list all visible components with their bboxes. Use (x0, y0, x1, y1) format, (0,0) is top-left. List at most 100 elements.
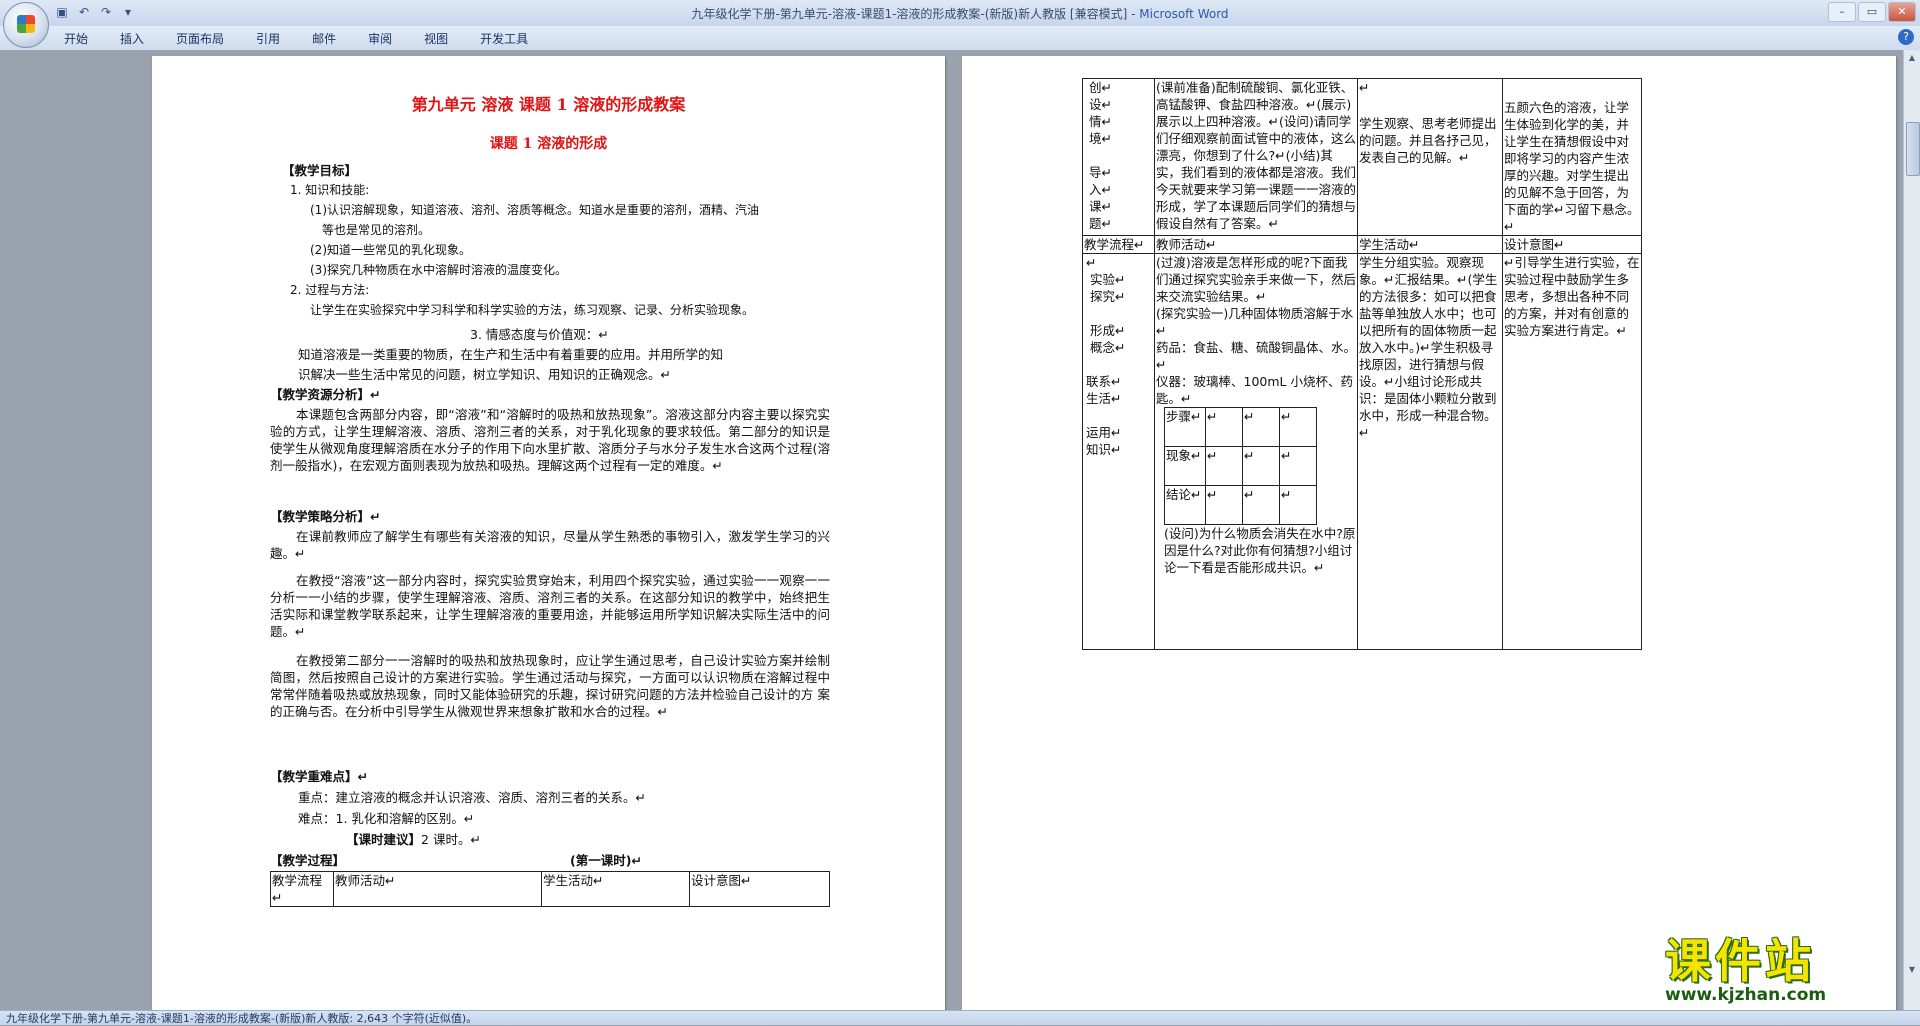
goal-2a: 让学生在实验探究中学习科学和科学实验的方法，练习观察、记录、分析实验现象。 (310, 303, 755, 317)
goal-1a2: 等也是常见的溶剂。 (322, 223, 431, 237)
watermark-url: www.kjzhan.com (1665, 985, 1827, 1005)
process-period: (第一课时)↵ (570, 853, 642, 868)
hdr-flow: 教学流程↵ (1082, 235, 1155, 254)
teacher-cell-2: (过渡)溶液是怎样形成的呢?下面我们通过探究实验亲手来做一下，然后来交流实验结果… (1154, 253, 1358, 650)
site-watermark: 课件站 www.kjzhan.com (1665, 925, 1905, 1005)
tab-page-layout[interactable]: 页面布局 (160, 30, 240, 47)
teacher-text: (探究实验一)几种固体物质溶解于水↵ (1156, 306, 1354, 338)
close-button[interactable]: ✕ (1888, 2, 1916, 22)
office-logo-icon (17, 15, 35, 33)
phase-text: 运用↵ (1086, 425, 1122, 440)
teacher-text: (过渡)溶液是怎样形成的呢?下面我们通过探究实验亲手来做一下，然后来交流实验结果… (1156, 255, 1357, 304)
minimize-button[interactable]: – (1828, 2, 1856, 22)
phase-text: 设↵ (1089, 97, 1112, 112)
tab-insert[interactable]: 插入 (104, 30, 160, 47)
goal-3: 3. 情感态度与价值观：↵ (470, 327, 609, 342)
grid-cell: ↵ (1205, 485, 1243, 525)
phase-text: 创↵ (1089, 80, 1112, 95)
teacher-cell-1: (课前准备)配制硫酸铜、氯化亚铁、高锰酸钾、食盐四种溶液。↵(展示)展示以上四种… (1154, 78, 1358, 236)
teacher-text: 仪器：玻璃棒、100mL 小烧杯、药匙。↵ (1156, 374, 1353, 406)
left-page: 第九单元 溶液 课题 1 溶液的形成教案 课题 1 溶液的形成 【教学目标】 1… (152, 56, 945, 1010)
hours-value: 2 课时。↵ (421, 832, 481, 847)
hdr-teacher: 教师活动↵ (1154, 235, 1358, 254)
strategy-heading: 【教学策略分析】↵ (270, 509, 381, 524)
tab-home[interactable]: 开始 (48, 30, 104, 47)
grid-cell: ↵ (1205, 446, 1243, 486)
hdr-student: 学生活动↵ (1357, 235, 1503, 254)
tab-mailings[interactable]: 邮件 (296, 30, 352, 47)
grid-cell: ↵ (1242, 407, 1280, 447)
phase-text: 生活↵ (1086, 391, 1122, 406)
phase-text: 探究↵ (1090, 289, 1126, 304)
phase-text: 概念↵ (1090, 340, 1126, 355)
col-flow: 教学流程↵ (270, 871, 334, 907)
phase-spacer (1086, 305, 1153, 322)
resource-paragraph: 本课题包含两部分内容，即“溶液”和“溶解时的吸热和放热现象”。溶液这部分内容主要… (270, 407, 830, 473)
ribbon-tab-bar: 开始 插入 页面布局 引用 邮件 审阅 视图 开发工具 ? (0, 26, 1920, 51)
grid-cell: ↵ (1279, 485, 1317, 525)
goal-1b: (2)知道一些常见的乳化现象。 (310, 243, 471, 257)
phase-text: ↵ (1086, 255, 1097, 270)
tab-view[interactable]: 视图 (408, 30, 464, 47)
grid-cell: ↵ (1205, 407, 1243, 447)
goal-1c: (3)探究几种物质在水中溶解时溶液的温度变化。 (310, 263, 567, 277)
teacher-text: (设问)为什么物质会消失在水中?原因是什么?对此你有何猜想?小组讨论一下看是否能… (1164, 526, 1356, 575)
grid-cell: ↵ (1279, 446, 1317, 486)
phase-text: 实验↵ (1090, 272, 1126, 287)
help-icon[interactable]: ? (1898, 29, 1914, 45)
phase-cell-2: ↵ 实验↵ 探究↵ 形成↵ 概念↵ 联系↵ 生活↵ 运用↵ 知识↵ (1082, 253, 1155, 650)
phase-text: 情↵ (1089, 114, 1112, 129)
scroll-thumb[interactable] (1906, 122, 1920, 176)
window-controls: – ▭ ✕ (1828, 2, 1916, 22)
table-header-row: 教学流程↵ 教师活动↵ 学生活动↵ 设计意图↵ (1082, 235, 1642, 254)
phase-spacer (1086, 356, 1153, 373)
grid-label-steps: 步骤↵ (1164, 407, 1206, 447)
title-bar: ▣ ↶ ↷ ▾ 九年级化学下册-第九单元-溶液-课题1-溶液的形成教案-(新版)… (0, 0, 1920, 48)
tab-review[interactable]: 审阅 (352, 30, 408, 47)
intent-cell-1: 五颜六色的溶液，让学生体验到化学的美，并让学生在猜想假设中对即将学习的内容产生浓… (1502, 78, 1642, 236)
document-workspace: 第九单元 溶液 课题 1 溶液的形成教案 课题 1 溶液的形成 【教学目标】 1… (0, 50, 1904, 1010)
table-row: ↵ 实验↵ 探究↵ 形成↵ 概念↵ 联系↵ 生活↵ 运用↵ 知识↵ (过渡)溶液… (1082, 253, 1642, 650)
goal-3a2: 识解决一些生活中常见的问题，树立学知识、用知识的正确观念。↵ (298, 367, 671, 382)
watermark-text: 课件站 (1665, 934, 1815, 988)
hours-label: 【课时建议】 (346, 832, 422, 847)
phase-spacer (1089, 147, 1153, 164)
grid-cell: ↵ (1242, 446, 1280, 486)
key-point: 重点：建立溶液的概念并认识溶液、溶质、溶剂三者的关系。↵ (298, 790, 646, 805)
student-text: 学生观察、思考老师提出的问题。并且各抒己见，发表自己的见解。↵ (1359, 116, 1497, 165)
phase-text: 课↵ (1089, 199, 1112, 214)
col-teacher: 教师活动↵ (333, 871, 542, 907)
key-heading: 【教学重难点】↵ (270, 769, 368, 784)
restore-button[interactable]: ▭ (1858, 2, 1886, 22)
scroll-up-icon[interactable]: ▲ (1906, 52, 1918, 64)
resource-heading: 【教学资源分析】↵ (270, 387, 381, 402)
table-row: 创↵ 设↵ 情↵ 境↵ 导↵ 入↵ 课↵ 题↵ (课前准备)配制硫酸铜、氯化亚铁… (1082, 78, 1642, 236)
scroll-down-icon[interactable]: ▼ (1906, 964, 1918, 976)
goal-1a: (1)认识溶解现象，知道溶液、溶剂、溶质等概念。知道水是重要的溶剂，酒精、汽油 (310, 203, 760, 217)
vertical-scrollbar[interactable]: ▲ ▼ (1903, 50, 1920, 1010)
phase-text: 题↵ (1089, 216, 1112, 231)
col-student: 学生活动↵ (541, 871, 690, 907)
goal-2: 2. 过程与方法: (290, 283, 370, 297)
process-table: 创↵ 设↵ 情↵ 境↵ 导↵ 入↵ 课↵ 题↵ (课前准备)配制硫酸铜、氯化亚铁… (1082, 78, 1642, 650)
phase-text: 导↵ (1089, 165, 1112, 180)
tab-developer[interactable]: 开发工具 (464, 30, 544, 47)
hours-line: 【课时建议】2 课时。↵ (346, 831, 481, 848)
student-cell-2: 学生分组实验。观察现象。↵汇报结果。↵(学生的方法很多：如可以把食盐等单独放人水… (1357, 253, 1503, 650)
phase-text: 入↵ (1089, 182, 1112, 197)
strategy-paragraph-2: 在教授“溶液”这一部分内容时，探究实验贯穿始末，利用四个探究实验，通过实验一一观… (270, 573, 830, 639)
experiment-grid: 步骤↵ ↵ ↵ ↵ 现象↵ ↵ ↵ ↵ 结论↵ ↵ ↵ ↵ (1164, 407, 1317, 525)
goal-3a: 知道溶液是一类重要的物质，在生产和生活中有着重要的应用。并用所学的知 (298, 347, 724, 362)
student-cell-1: ↵ 学生观察、思考老师提出的问题。并且各抒己见，发表自己的见解。↵ (1357, 78, 1503, 236)
goal-heading: 【教学目标】 (282, 163, 358, 178)
doc-title: 第九单元 溶液 课题 1 溶液的形成教案 (411, 95, 686, 114)
phase-text: 形成↵ (1090, 323, 1126, 338)
grid-cell: ↵ (1242, 485, 1280, 525)
tab-references[interactable]: 引用 (240, 30, 296, 47)
right-page: 创↵ 设↵ 情↵ 境↵ 导↵ 入↵ 课↵ 题↵ (课前准备)配制硫酸铜、氯化亚铁… (962, 56, 1896, 1010)
hdr-intent: 设计意图↵ (1502, 235, 1642, 254)
office-button[interactable] (3, 2, 49, 48)
doc-subtitle: 课题 1 溶液的形成 (489, 136, 608, 152)
goal-1: 1. 知识和技能: (290, 183, 370, 197)
grid-cell: ↵ (1279, 407, 1317, 447)
